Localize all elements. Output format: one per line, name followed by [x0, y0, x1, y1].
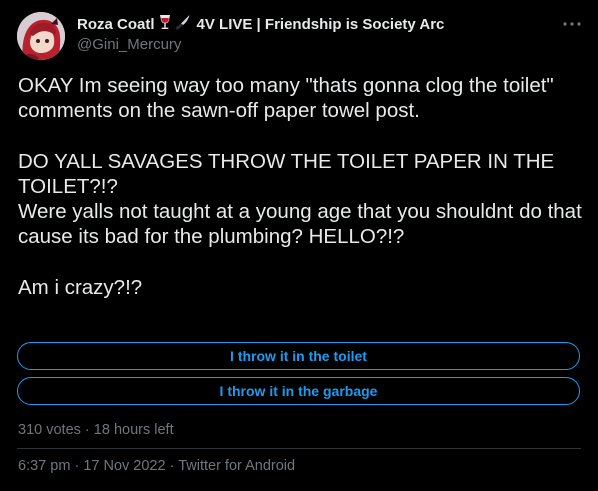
tweet-time: 6:37 pm: [18, 458, 71, 474]
separator: ·: [169, 458, 175, 474]
poll-time-left: 18 hours left: [93, 422, 174, 438]
wine-glass-icon: [158, 14, 172, 35]
author-handle[interactable]: @Gini_Mercury: [77, 36, 558, 53]
poll-meta: 310 votes · 18 hours left: [18, 422, 174, 438]
tweet-source[interactable]: Twitter for Android: [178, 458, 295, 474]
author-name-suffix[interactable]: 4V LIVE | Friendship is Society Arc: [197, 16, 445, 33]
separator: ·: [84, 422, 90, 438]
tweet-text: OKAY Im seeing way too many "thats gonna…: [18, 74, 582, 299]
poll-vote-count: 310 votes: [18, 422, 81, 438]
author-display-name[interactable]: Roza Coatl: [77, 16, 155, 33]
tweet-meta: 6:37 pm · 17 Nov 2022 · Twitter for Andr…: [18, 458, 295, 474]
author-name-row[interactable]: Roza Coatl 4V LIVE | Friendship is Socie…: [77, 14, 558, 34]
poll-option-toilet[interactable]: I throw it in the toilet: [17, 342, 580, 370]
tweet-header: Roza Coatl 4V LIVE | Friendship is Socie…: [77, 14, 558, 53]
divider: [17, 448, 581, 449]
avatar-image: [17, 12, 65, 60]
knife-icon: [175, 14, 191, 35]
poll-option-label: I throw it in the toilet: [230, 348, 367, 364]
poll-option-label: I throw it in the garbage: [219, 383, 378, 399]
more-icon: [563, 22, 581, 26]
avatar[interactable]: [17, 12, 65, 60]
tweet: Roza Coatl 4V LIVE | Friendship is Socie…: [0, 0, 598, 491]
more-options-button[interactable]: [560, 14, 584, 34]
poll-option-garbage[interactable]: I throw it in the garbage: [17, 377, 580, 405]
tweet-timestamp[interactable]: 6:37 pm · 17 Nov 2022: [18, 458, 170, 474]
tweet-date: 17 Nov 2022: [83, 458, 166, 474]
separator: ·: [74, 458, 80, 474]
